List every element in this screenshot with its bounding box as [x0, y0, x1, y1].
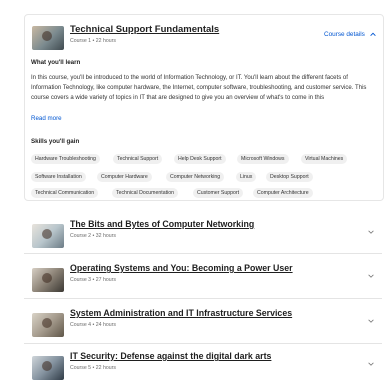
course-row[interactable]: IT Security: Defense against the digital…	[24, 348, 382, 388]
divider	[24, 298, 382, 299]
chevron-down-icon[interactable]	[368, 229, 374, 235]
skill-chip: Computer Hardware	[97, 172, 152, 182]
skill-chip: Customer Support	[193, 188, 244, 198]
course-4-thumbnail	[32, 313, 64, 337]
chevron-down-icon[interactable]	[368, 361, 374, 367]
divider	[24, 343, 382, 344]
skill-chip: Hardware Troubleshooting	[31, 154, 100, 164]
course-row[interactable]: The Bits and Bytes of Computer Networkin…	[24, 216, 382, 256]
skill-chip: Software Installation	[31, 172, 86, 182]
course-5-thumbnail	[32, 356, 64, 380]
course-3-thumbnail	[32, 268, 64, 292]
skill-chip: Help Desk Support	[174, 154, 226, 164]
course-row[interactable]: System Administration and IT Infrastruct…	[24, 305, 382, 345]
skills-heading: Skills you'll gain	[31, 138, 80, 145]
chevron-down-icon[interactable]	[368, 318, 374, 324]
skill-chip: Technical Documentation	[112, 188, 178, 198]
skill-chip: Virtual Machines	[301, 154, 348, 164]
chevron-down-icon[interactable]	[368, 273, 374, 279]
skill-chip: Desktop Support	[266, 172, 313, 182]
skill-chip: Technical Communication	[31, 188, 99, 198]
course-5-meta: Course 5 • 22 hours	[70, 365, 116, 371]
course-1-title[interactable]: Technical Support Fundamentals	[70, 24, 219, 35]
course-1-meta: Course 1 • 22 hours	[70, 38, 116, 44]
skill-chip: Computer Architecture	[253, 188, 313, 198]
course-row[interactable]: Operating Systems and You: Becoming a Po…	[24, 260, 382, 300]
course-description: In this course, you'll be introduced to …	[31, 75, 367, 101]
course-3-title[interactable]: Operating Systems and You: Becoming a Po…	[70, 263, 293, 273]
skill-chip: Microsoft Windows	[237, 154, 289, 164]
divider	[24, 253, 382, 254]
course-5-title[interactable]: IT Security: Defense against the digital…	[70, 351, 271, 361]
course-4-title[interactable]: System Administration and IT Infrastruct…	[70, 308, 292, 318]
chevron-up-icon	[369, 32, 376, 36]
skill-chip: Technical Support	[113, 154, 163, 164]
course-details-label: Course details	[324, 31, 365, 38]
course-3-meta: Course 3 • 27 hours	[70, 277, 116, 283]
course-details-toggle[interactable]: Course details	[324, 31, 376, 38]
course-1-thumbnail	[32, 26, 64, 50]
course-2-title[interactable]: The Bits and Bytes of Computer Networkin…	[70, 219, 254, 229]
course-4-meta: Course 4 • 24 hours	[70, 322, 116, 328]
skill-chip: Computer Networking	[166, 172, 225, 182]
course-2-meta: Course 2 • 32 hours	[70, 233, 116, 239]
course-list: Technical Support Fundamentals Course 1 …	[0, 0, 388, 381]
read-more-link[interactable]: Read more	[31, 115, 62, 122]
what-you-learn-heading: What you'll learn	[31, 59, 81, 66]
skill-chip: Linux	[236, 172, 257, 182]
course-2-thumbnail	[32, 224, 64, 248]
